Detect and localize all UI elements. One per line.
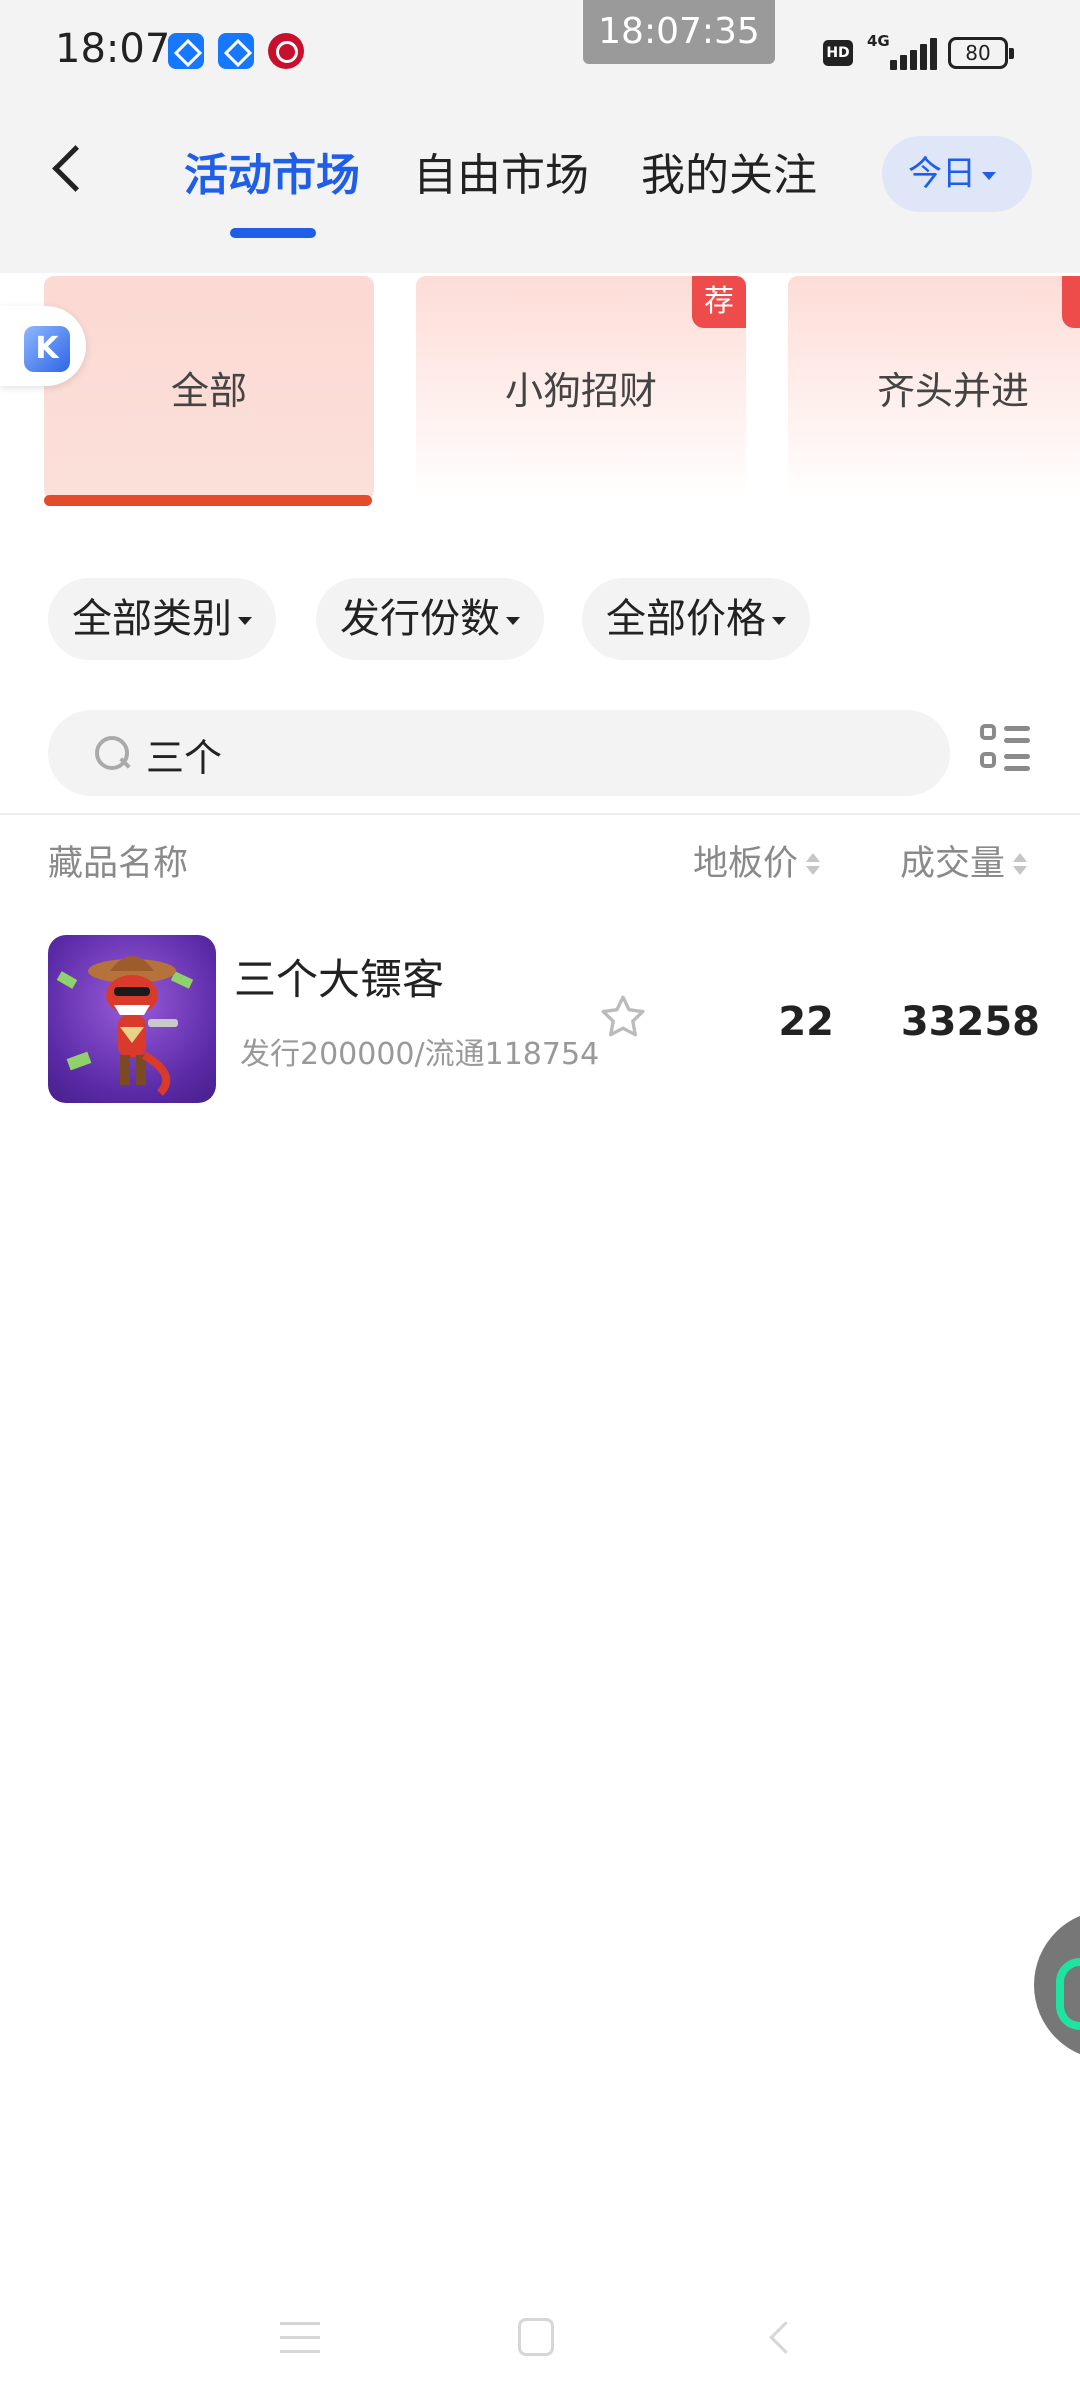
back-nav-icon[interactable] [762,2322,792,2352]
home-icon[interactable] [518,2318,554,2356]
chevron-down-icon [772,617,786,625]
blue-diamond-app-icon [218,33,254,69]
cowboy-dragon-nft-image [56,956,194,1096]
divider [0,813,1080,815]
column-header-volume[interactable]: 成交量 [900,838,1029,890]
filter-price[interactable]: 全部价格 [582,578,810,660]
filter-issue-count[interactable]: 发行份数 [316,578,544,660]
filter-label: 发行份数 [340,596,500,642]
floating-k-button[interactable]: K [0,306,86,386]
screenshot-time-pill: 18:07:35 [583,0,775,64]
tab-free-market[interactable]: 自由市场 [413,148,589,204]
tab-my-follows[interactable]: 我的关注 [641,148,817,204]
active-tab-indicator [230,228,316,238]
item-floor-price: 22 [778,999,834,1045]
star-icon[interactable] [598,992,648,1042]
status-time: 18:07 [55,26,171,72]
blue-diamond-app-icon [168,33,204,69]
category-label: 齐头并进 [876,369,1029,413]
recommend-badge: 荐 [692,276,746,328]
column-header-floor-price[interactable]: 地板价 [693,838,822,890]
category-card-side-by-side[interactable]: 齐头并进 [788,276,1080,500]
floating-assistant-button[interactable] [1034,1910,1080,2060]
sort-icon [804,851,822,879]
menu-icon[interactable] [280,2322,320,2354]
chevron-down-icon [982,171,996,180]
hd-icon: HD [823,40,853,66]
item-supply: 发行200000/流通118754 [240,1037,600,1072]
filter-category[interactable]: 全部类别 [48,578,276,660]
search-icon [95,736,129,770]
item-volume: 33258 [900,999,1040,1045]
chevron-down-icon [506,617,520,625]
filter-label: 全部类别 [72,596,232,642]
period-dropdown[interactable]: 今日 [882,136,1032,212]
item-thumbnail[interactable] [48,935,216,1103]
column-header-name: 藏品名称 [48,844,189,884]
chevron-down-icon [238,617,252,625]
list-view-icon[interactable] [980,724,1032,776]
back-button[interactable] [45,140,95,200]
signal-icon [868,38,937,70]
filter-label: 全部价格 [606,596,766,642]
category-label: 全部 [170,369,247,413]
item-name[interactable]: 三个大镖客 [234,950,444,1010]
recommend-badge [1062,276,1080,328]
sort-icon [1011,851,1029,879]
column-label: 地板价 [693,844,799,884]
column-label: 成交量 [900,844,1006,884]
category-card-all[interactable]: 全部 [44,276,374,500]
battery-icon: 80 [948,37,1014,69]
red-bank-app-icon [268,33,304,69]
tab-activity-market[interactable]: 活动市场 [184,148,360,204]
period-label: 今日 [908,154,976,194]
active-category-indicator [44,495,372,506]
search-input[interactable] [146,722,906,786]
k-logo-icon: K [24,326,70,372]
